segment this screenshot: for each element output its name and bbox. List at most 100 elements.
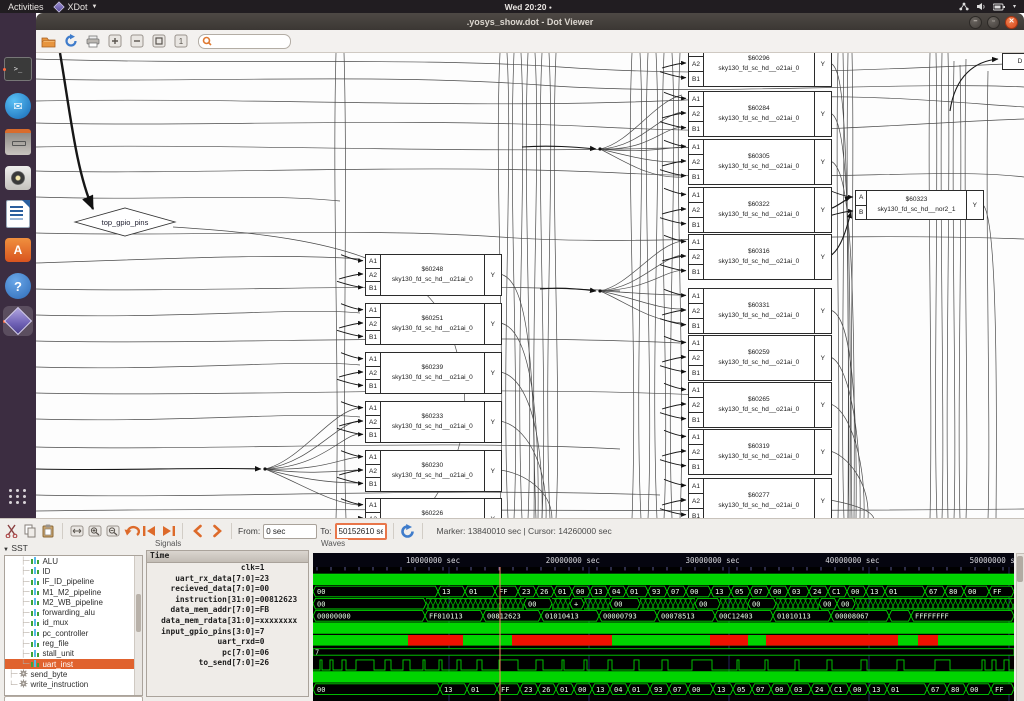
sst-item-M1_M2_pipeline[interactable]: ├─M1_M2_pipeline <box>5 587 142 597</box>
dock-terminal[interactable]: >_ <box>3 54 33 84</box>
paste-button[interactable] <box>40 523 56 539</box>
graph-node-$60305[interactable]: A1A2B1$60305sky130_fd_sc_hd__o21ai_0Y <box>688 139 832 185</box>
graph-node-$60284[interactable]: A1A2B1$60284sky130_fd_sc_hd__o21ai_0Y <box>688 91 832 137</box>
svg-text:10000000 sec: 10000000 sec <box>406 556 460 565</box>
graph-node-$60226[interactable]: A1A2B1$60226sky130_fd_sc_hd__o21ai_0Y <box>365 498 502 519</box>
sst-item-ALU[interactable]: ├─ALU <box>5 556 142 566</box>
graph-node-$60259[interactable]: A1A2B1$60259sky130_fd_sc_hd__o21ai_0Y <box>688 335 832 381</box>
signal-pc[7:0][interactable]: pc[7:0] =06 <box>147 648 308 659</box>
signal-to_send[7:0][interactable]: to_send[7:0] =26 <box>147 658 308 669</box>
dock-thunderbird[interactable]: ✉ <box>3 91 33 121</box>
signal-instruction[31:0][interactable]: instruction[31:0] =00812623 <box>147 595 308 606</box>
graph-node-$60322[interactable]: A1A2B1$60322sky130_fd_sc_hd__o21ai_0Y <box>688 187 832 233</box>
graph-node-$60316[interactable]: A1A2B1$60316sky130_fd_sc_hd__o21ai_0Y <box>688 234 832 280</box>
zoom-fit-button[interactable] <box>69 523 85 539</box>
sst-item-M2_WB_pipeline[interactable]: ├─M2_WB_pipeline <box>5 597 142 607</box>
open-button[interactable] <box>40 33 57 50</box>
dock-file-archive[interactable] <box>3 127 33 157</box>
sst-item-send_byte[interactable]: ├─send_byte <box>5 669 142 679</box>
graph-node-partial[interactable]: D <box>1002 53 1024 70</box>
dock-xdot[interactable] <box>3 306 33 336</box>
graph-node-$60239[interactable]: A1A2B1$60239sky130_fd_sc_hd__o21ai_0Y <box>365 352 502 394</box>
search-input[interactable] <box>212 35 286 48</box>
graph-node-$60296[interactable]: A1A2B1$60296sky130_fd_sc_hd__o21ai_0Y <box>688 53 832 87</box>
sst-header[interactable]: ▼ SST <box>3 543 28 553</box>
graph-node-$60230[interactable]: A1A2B1$60230sky130_fd_sc_hd__o21ai_0Y <box>365 450 502 492</box>
find-next-edge-button[interactable] <box>209 523 225 539</box>
minimize-button[interactable]: – <box>969 16 982 29</box>
graph-node-$60319[interactable]: A1A2B1$60319sky130_fd_sc_hd__o21ai_0Y <box>688 429 832 475</box>
title-bar[interactable]: .yosys_show.dot - Dot Viewer – ▫ ✕ <box>36 13 1024 30</box>
shift-end-button[interactable] <box>160 523 176 539</box>
dock-firefox[interactable] <box>3 15 33 45</box>
sst-item-reg_file[interactable]: ├─reg_file <box>5 638 142 648</box>
maximize-button[interactable]: ▫ <box>987 16 1000 29</box>
clock[interactable]: Wed 20:20 ● <box>97 2 959 12</box>
zoom-in-button[interactable] <box>87 523 103 539</box>
graph-node-$60265[interactable]: A1A2B1$60265sky130_fd_sc_hd__o21ai_0Y <box>688 382 832 428</box>
signal-recieved_data[7:0][interactable]: recieved_data[7:0] =00 <box>147 584 308 595</box>
shift-start-button[interactable] <box>142 523 158 539</box>
signal-uart_rxd[interactable]: uart_rxd =0 <box>147 637 308 648</box>
signal-input_gpio_pins[3:0][interactable]: input_gpio_pins[3:0] =7 <box>147 627 308 638</box>
cut-button[interactable] <box>4 523 20 539</box>
dock-rhythmbox[interactable] <box>3 163 33 193</box>
graph-node-$60277[interactable]: A1A2B1$60277sky130_fd_sc_hd__o21ai_0Y <box>688 478 832 519</box>
from-input[interactable] <box>263 524 317 539</box>
reload-button[interactable] <box>400 523 416 539</box>
copy-button[interactable] <box>22 523 38 539</box>
signals-panel[interactable]: Time clk =1uart_rx_data[7:0] =23recieved… <box>146 550 309 697</box>
zoom-out-button[interactable] <box>105 523 121 539</box>
graph-node-$60233[interactable]: A1A2B1$60233sky130_fd_sc_hd__o21ai_0Y <box>365 401 502 443</box>
sst-item-ID[interactable]: ├─ID <box>5 566 142 576</box>
graph-node-$60248[interactable]: A1A2B1$60248sky130_fd_sc_hd__o21ai_0Y <box>365 254 502 296</box>
sst-item-stall_unit[interactable]: ├─stall_unit <box>5 649 142 659</box>
signals-header[interactable]: Time <box>147 551 308 563</box>
reload-button[interactable] <box>62 33 79 50</box>
sst-item-uart_inst[interactable]: └─uart_inst <box>5 659 142 669</box>
graph-canvas[interactable]: top_gpio_pins A1A2B1$60248sky130_fd_sc_hd… <box>36 53 1024 519</box>
print-button[interactable] <box>84 33 101 50</box>
activities-button[interactable]: Activities <box>8 2 44 12</box>
waves-scrollbar[interactable] <box>1016 553 1024 701</box>
signal-clk[interactable]: clk =1 <box>147 563 308 574</box>
sst-item-label: uart_inst <box>42 660 73 669</box>
graph-node-$60323[interactable]: AB$60323sky130_fd_sc_hd__nor2_1Y <box>855 190 984 220</box>
waves-area[interactable]: 10000000 sec20000000 sec30000000 sec4000… <box>313 553 1014 701</box>
sst-filter-box[interactable] <box>4 696 143 701</box>
search-box[interactable] <box>198 34 291 49</box>
app-menu[interactable]: XDot ▼ <box>54 2 98 12</box>
sst-item-forwarding_alu[interactable]: ├─forwarding_alu <box>5 607 142 617</box>
svg-text:13: 13 <box>715 588 723 596</box>
dock-libreoffice[interactable] <box>3 199 33 229</box>
sst-item-IF_ID_pipeline[interactable]: ├─IF_ID_pipeline <box>5 577 142 587</box>
find-prev-edge-button[interactable] <box>189 523 205 539</box>
close-button[interactable]: ✕ <box>1005 16 1018 29</box>
dock-ubuntu-software[interactable]: A <box>3 235 33 265</box>
signal-uart_rx_data[7:0][interactable]: uart_rx_data[7:0] =23 <box>147 574 308 585</box>
signal-data_mem_addr[7:0][interactable]: data_mem_addr[7:0] =FB <box>147 605 308 616</box>
zoom-out-button[interactable] <box>128 33 145 50</box>
to-input[interactable] <box>335 523 387 540</box>
sst-scrollbar[interactable] <box>134 556 142 695</box>
zoom-fit-button[interactable] <box>150 33 167 50</box>
dock-help[interactable]: ? <box>3 271 33 301</box>
sst-item-pc_controller[interactable]: ├─pc_controller <box>5 628 142 638</box>
svg-text:01: 01 <box>471 686 479 694</box>
sst-item-write_instruction[interactable]: └─write_instruction <box>5 680 142 690</box>
graph-node-$60331[interactable]: A1A2B1$60331sky130_fd_sc_hd__o21ai_0Y <box>688 288 832 334</box>
source-node-label: top_gpio_pins <box>102 218 149 227</box>
sst-tree[interactable]: ├─ALU├─ID├─IF_ID_pipeline├─M1_M2_pipelin… <box>4 555 143 696</box>
signal-data_mem_rdata[31:0][interactable]: data_mem_rdata[31:0] =xxxxxxxx <box>147 616 308 627</box>
svg-text:00: 00 <box>752 600 760 608</box>
waves-frame-label: Waves <box>318 539 348 548</box>
fetch-left-button[interactable] <box>124 523 140 539</box>
zoom-in-button[interactable] <box>106 33 123 50</box>
graph-node-$60251[interactable]: A1A2B1$60251sky130_fd_sc_hd__o21ai_0Y <box>365 303 502 345</box>
dock-show-applications[interactable] <box>3 481 33 511</box>
sst-item-id_mux[interactable]: ├─id_mux <box>5 618 142 628</box>
zoom-100-button[interactable]: 1 <box>172 33 189 50</box>
sst-item-label: reg_file <box>42 639 68 648</box>
battery-icon <box>993 3 1006 11</box>
caret-down-icon[interactable]: ▾ <box>1013 3 1016 10</box>
